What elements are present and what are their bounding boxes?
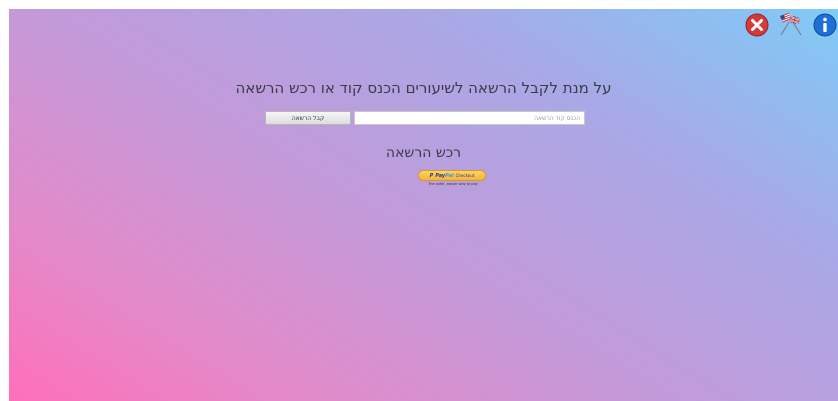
- access-code-form: קבל הרשאה: [265, 111, 585, 125]
- paypal-checkout: P PayPal Checkout The safer, easier way …: [418, 170, 488, 186]
- access-code-input[interactable]: [354, 111, 585, 125]
- get-access-button[interactable]: קבל הרשאה: [265, 111, 351, 125]
- page-title: על מנת לקבל הרשאה לשיעורים הכנס קוד או ר…: [235, 79, 612, 97]
- language-flags-icon[interactable]: [778, 12, 804, 38]
- top-toolbar: [744, 9, 838, 41]
- purchase-heading: רכש הרשאה: [385, 145, 462, 161]
- paypal-logo-pay: Pay: [435, 172, 446, 179]
- close-icon[interactable]: [744, 12, 770, 38]
- paypal-logo-pal: Pal: [445, 172, 454, 179]
- paypal-tagline: The safer, easier way to pay: [428, 182, 478, 186]
- paypal-checkout-label: Checkout: [455, 173, 475, 178]
- paypal-checkout-button[interactable]: P PayPal Checkout: [418, 170, 486, 181]
- page-background: על מנת לקבל הרשאה לשיעורים הכנס קוד או ר…: [9, 9, 838, 401]
- paypal-logo-p-icon: P: [429, 172, 434, 179]
- info-icon[interactable]: [812, 12, 838, 38]
